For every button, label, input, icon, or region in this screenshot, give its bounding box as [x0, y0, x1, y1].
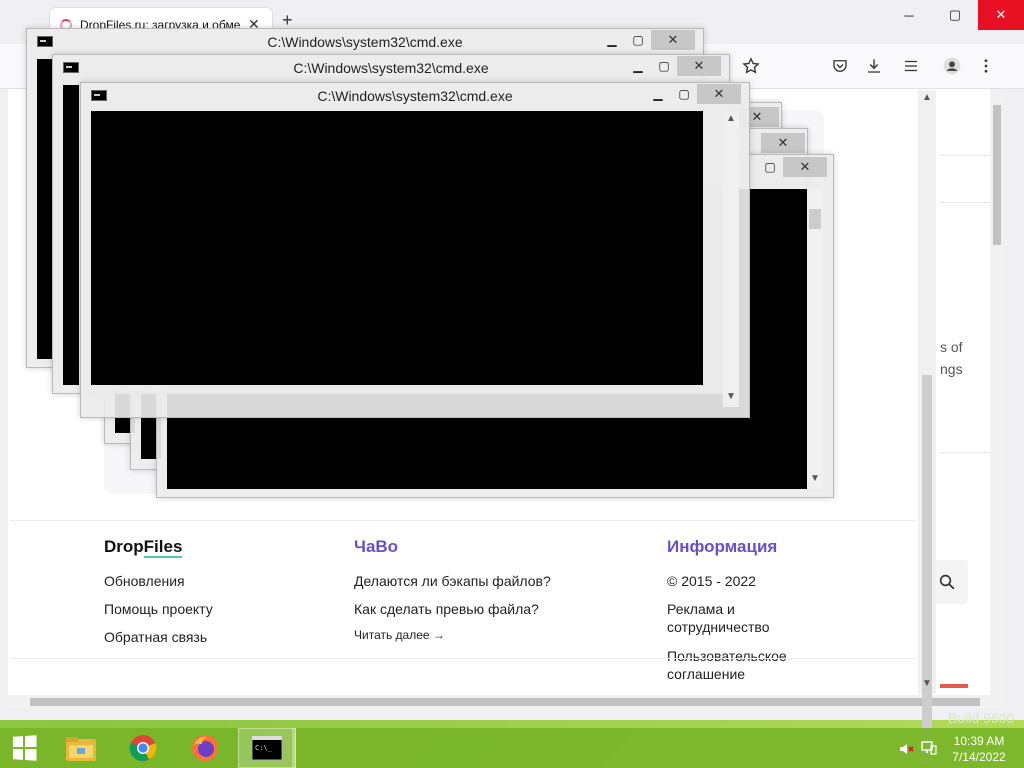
maximize-button[interactable]: ▢: [932, 0, 978, 30]
network-icon[interactable]: [921, 740, 937, 761]
browser-scrollbar-vertical[interactable]: [990, 89, 1004, 695]
chrome-icon: [129, 735, 157, 762]
divider: [940, 452, 990, 453]
window-controls: ▁ ▢ ✕: [599, 30, 695, 50]
svg-text:C:\_: C:\_: [255, 744, 273, 752]
scroll-up-icon[interactable]: ▲: [723, 113, 739, 124]
cmd-window-active[interactable]: C:\Windows\system32\cmd.exe ▁ ▢ ✕ ▲ ▼: [80, 82, 750, 418]
faq-link-backups[interactable]: Делаются ли бэкапы файлов?: [354, 572, 551, 590]
maximize-button[interactable]: ▢: [757, 157, 783, 177]
logo-text-files: Files: [143, 537, 183, 558]
page-scrollbar[interactable]: ▲ ▼: [918, 90, 936, 765]
console-screen[interactable]: [91, 111, 703, 385]
more-icon[interactable]: [975, 55, 997, 77]
scroll-down-icon[interactable]: ▼: [723, 391, 739, 402]
clock-date: 7/14/2022: [952, 750, 1006, 764]
divider: [940, 202, 990, 203]
footer-divider: [10, 658, 916, 659]
build-watermark: Build 9600: [948, 710, 1015, 726]
start-button[interactable]: [0, 728, 48, 768]
faq-title: ЧаВо: [354, 537, 399, 556]
clock-time: 10:39 AM: [953, 734, 1005, 748]
window-controls: ▁ ▢ ✕: [645, 84, 741, 104]
info-title: Информация: [667, 537, 778, 556]
console-screen[interactable]: [63, 85, 79, 385]
minimize-button[interactable]: ▁: [625, 56, 651, 76]
close-button[interactable]: ✕: [697, 84, 741, 104]
close-button[interactable]: ✕: [651, 30, 695, 50]
divider: [940, 155, 990, 156]
faq-read-more-link[interactable]: Читать далее →: [354, 628, 445, 642]
scroll-down-icon[interactable]: ▼: [918, 678, 936, 694]
maximize-button[interactable]: ▢: [625, 30, 651, 50]
file-explorer-icon: [66, 737, 96, 761]
cmd-icon: C:\_: [251, 735, 283, 761]
close-button[interactable]: ✕: [978, 0, 1024, 30]
taskbar-explorer[interactable]: [52, 728, 110, 768]
close-button[interactable]: ✕: [677, 56, 721, 76]
minimize-button[interactable]: ─: [886, 0, 932, 30]
footer-link-ads-1[interactable]: Реклама и: [667, 600, 735, 618]
side-text-2: ngs: [940, 361, 963, 377]
close-button[interactable]: ✕: [783, 157, 827, 177]
window-controls: ▁ ▢ ✕: [625, 56, 721, 76]
site-logo[interactable]: DropFiles: [104, 537, 183, 558]
red-accent-bar: [940, 684, 968, 688]
footer-link-terms-1[interactable]: Пользовательское: [667, 647, 787, 665]
minimize-button[interactable]: ▁: [599, 30, 625, 50]
footer-link-updates[interactable]: Обновления: [104, 572, 185, 590]
browser-caption-buttons: ─ ▢ ✕: [886, 0, 1024, 30]
console-screen[interactable]: [37, 59, 53, 359]
footer-link-feedback[interactable]: Обратная связь: [104, 628, 207, 646]
scrollbar-thumb[interactable]: [993, 105, 1001, 245]
download-icon[interactable]: [863, 55, 885, 77]
scrollbar-thumb[interactable]: [922, 375, 932, 765]
logo-text-drop: Drop: [104, 537, 144, 556]
maximize-button[interactable]: ▢: [651, 56, 677, 76]
footer-link-ads-2[interactable]: сотрудничество: [667, 618, 770, 636]
taskbar-cmd[interactable]: C:\_: [238, 728, 296, 768]
side-text-1: s of: [940, 339, 963, 355]
speaker-muted-icon[interactable]: [898, 741, 914, 762]
taskbar-chrome[interactable]: [114, 728, 172, 768]
taskbar-stack-indicator: [292, 728, 296, 768]
footer-divider: [10, 520, 916, 521]
window-controls: ▢ ✕: [757, 157, 827, 177]
minimize-button[interactable]: ▁: [645, 84, 671, 104]
console-scrollbar[interactable]: ▼: [807, 189, 823, 489]
firefox-icon: [192, 735, 218, 761]
taskbar-firefox[interactable]: [176, 728, 234, 768]
footer-link-terms-2[interactable]: соглашение: [667, 665, 745, 683]
faq-link-preview[interactable]: Как сделать превью файла?: [354, 600, 539, 618]
menu-icon[interactable]: [900, 55, 922, 77]
windows-logo-icon: [12, 735, 37, 761]
copyright-text: © 2015 - 2022: [667, 573, 756, 589]
bookmark-star-icon[interactable]: [740, 55, 762, 77]
scroll-down-icon[interactable]: ▼: [807, 473, 823, 484]
browser-scrollbar-horizontal[interactable]: [8, 695, 1004, 709]
footer-link-donate[interactable]: Помощь проекту: [104, 600, 213, 618]
taskbar-clock[interactable]: 10:39 AM 7/14/2022: [946, 733, 1012, 765]
window-controls: ✕: [761, 133, 805, 153]
scrollbar-thumb[interactable]: [30, 698, 980, 706]
scroll-up-icon[interactable]: ▲: [918, 92, 936, 108]
maximize-button[interactable]: ▢: [671, 84, 697, 104]
scrollbar-thumb[interactable]: [809, 209, 821, 229]
console-scrollbar[interactable]: ▲ ▼: [723, 111, 739, 407]
pocket-icon[interactable]: [829, 55, 851, 77]
account-icon[interactable]: [941, 55, 963, 77]
close-button[interactable]: ✕: [761, 133, 805, 153]
